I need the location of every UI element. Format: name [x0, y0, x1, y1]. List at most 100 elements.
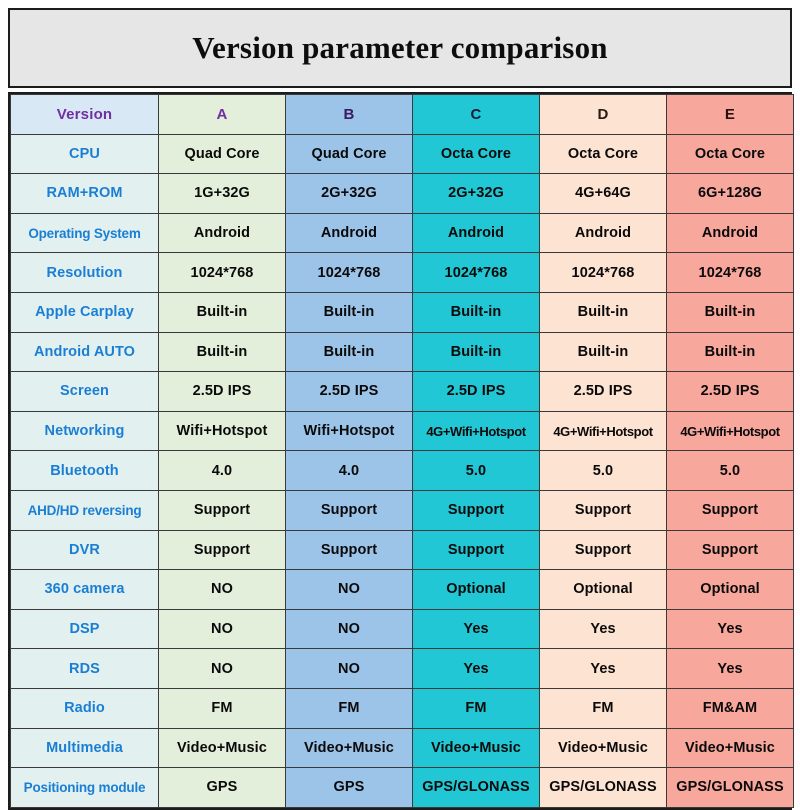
table-cell: FM [158, 687, 286, 729]
row-label: DVR [10, 529, 159, 571]
table-cell: Android [539, 212, 667, 254]
table-row: Apple Carplay Built-in Built-in Built-in Bui… [10, 291, 794, 333]
table-cell: Yes [412, 608, 540, 650]
table-row: RDS NO NO Yes Yes Yes [10, 648, 794, 689]
table-cell: Built-in [539, 331, 667, 373]
comparison-page: Version parameter comparison Version A B C D… [0, 0, 800, 810]
table-cell: Android [412, 212, 540, 254]
row-label: Networking [10, 410, 159, 452]
table-cell: Support [158, 489, 286, 531]
table-cell: 2.5D IPS [666, 371, 794, 412]
header-cell-b: B [285, 94, 413, 135]
row-label: Bluetooth [10, 450, 159, 491]
table-cell: 5.0 [412, 450, 540, 491]
table-cell: Built-in [666, 331, 794, 373]
row-label: Positioning module [10, 767, 159, 808]
table-cell: 2.5D IPS [412, 371, 540, 412]
table-cell: 2.5D IPS [158, 371, 286, 412]
table-row: Operating System Android Android Android And… [10, 212, 794, 254]
table-cell: 1024*768 [285, 252, 413, 293]
table-cell: Wifi+Hotspot [285, 410, 413, 452]
table-row: Radio FM FM FM FM FM&AM [10, 687, 794, 729]
table-cell: Yes [412, 648, 540, 689]
table-cell: Yes [539, 648, 667, 689]
table-cell: Yes [539, 608, 667, 650]
table-cell: Video+Music [666, 727, 794, 769]
table-cell: Built-in [285, 331, 413, 373]
table-cell: Support [285, 529, 413, 571]
table-cell: Optional [666, 569, 794, 610]
table-row: DSP NO NO Yes Yes Yes [10, 608, 794, 650]
table-cell: NO [285, 648, 413, 689]
row-label: AHD/HD reversing [10, 489, 159, 531]
table-row: DVR Support Support Support Support Support [10, 529, 794, 571]
table-cell: GPS [285, 767, 413, 808]
table-cell: Support [539, 489, 667, 531]
row-label: 360 camera [10, 569, 159, 610]
row-label: DSP [10, 608, 159, 650]
table-cell: Octa Core [666, 133, 794, 175]
table-cell: 4G+Wifi+Hotspot [412, 410, 540, 452]
table-cell: FM [285, 687, 413, 729]
table-row: RAM+ROM 1G+32G 2G+32G 2G+32G 4G+64G 6G+128G [10, 173, 794, 214]
row-label: Radio [10, 687, 159, 729]
row-label: Multimedia [10, 727, 159, 769]
row-label: CPU [10, 133, 159, 175]
row-label: Apple Carplay [10, 291, 159, 333]
table-cell: NO [285, 608, 413, 650]
table-cell: 2.5D IPS [539, 371, 667, 412]
table-row: Positioning module GPS GPS GPS/GLONASS GPS/G… [10, 767, 794, 808]
table-cell: Support [412, 489, 540, 531]
table-row: 360 camera NO NO Optional Optional Optional [10, 569, 794, 610]
row-label: Operating System [10, 212, 159, 254]
table-cell: 4.0 [158, 450, 286, 491]
table-cell: 2.5D IPS [285, 371, 413, 412]
table-cell: 1G+32G [158, 173, 286, 214]
table-cell: Built-in [285, 291, 413, 333]
table-row: Networking Wifi+Hotspot Wifi+Hotspot 4G+Wif… [10, 410, 794, 452]
table-cell: Yes [666, 648, 794, 689]
table-cell: Support [666, 489, 794, 531]
table-cell: 4G+64G [539, 173, 667, 214]
table-cell: Support [666, 529, 794, 571]
table-cell: NO [285, 569, 413, 610]
table-cell: Optional [412, 569, 540, 610]
table-row: Screen 2.5D IPS 2.5D IPS 2.5D IPS 2.5D IPS 2.… [10, 371, 794, 412]
table-cell: 5.0 [539, 450, 667, 491]
table-cell: Video+Music [412, 727, 540, 769]
table-cell: Built-in [666, 291, 794, 333]
table-cell: 4G+Wifi+Hotspot [539, 410, 667, 452]
table-cell: Android [158, 212, 286, 254]
table-cell: 4.0 [285, 450, 413, 491]
table-cell: Built-in [539, 291, 667, 333]
table-cell: Android [285, 212, 413, 254]
table-header-row: Version A B C D E [10, 94, 794, 135]
header-cell-a: A [158, 94, 286, 135]
header-cell-version: Version [10, 94, 159, 135]
table-row: CPU Quad Core Quad Core Octa Core Octa Core O… [10, 133, 794, 175]
table-cell: Video+Music [539, 727, 667, 769]
table-cell: 1024*768 [412, 252, 540, 293]
table-cell: GPS/GLONASS [666, 767, 794, 808]
table-row: AHD/HD reversing Support Support Support Sup… [10, 489, 794, 531]
title-banner: Version parameter comparison [8, 8, 792, 88]
table-cell: GPS [158, 767, 286, 808]
row-label: Android AUTO [10, 331, 159, 373]
table-cell: FM&AM [666, 687, 794, 729]
table-cell: 1024*768 [539, 252, 667, 293]
table-cell: 5.0 [666, 450, 794, 491]
table-row: Resolution 1024*768 1024*768 1024*768 1024*7… [10, 252, 794, 293]
table-cell: 4G+Wifi+Hotspot [666, 410, 794, 452]
row-label: RAM+ROM [10, 173, 159, 214]
table-cell: Support [412, 529, 540, 571]
table-cell: Android [666, 212, 794, 254]
row-label: Resolution [10, 252, 159, 293]
table-cell: Octa Core [539, 133, 667, 175]
table-cell: 2G+32G [285, 173, 413, 214]
header-cell-e: E [666, 94, 794, 135]
table-cell: Quad Core [285, 133, 413, 175]
table-cell: FM [412, 687, 540, 729]
table-cell: FM [539, 687, 667, 729]
table-cell: NO [158, 569, 286, 610]
table-cell: 1024*768 [158, 252, 286, 293]
